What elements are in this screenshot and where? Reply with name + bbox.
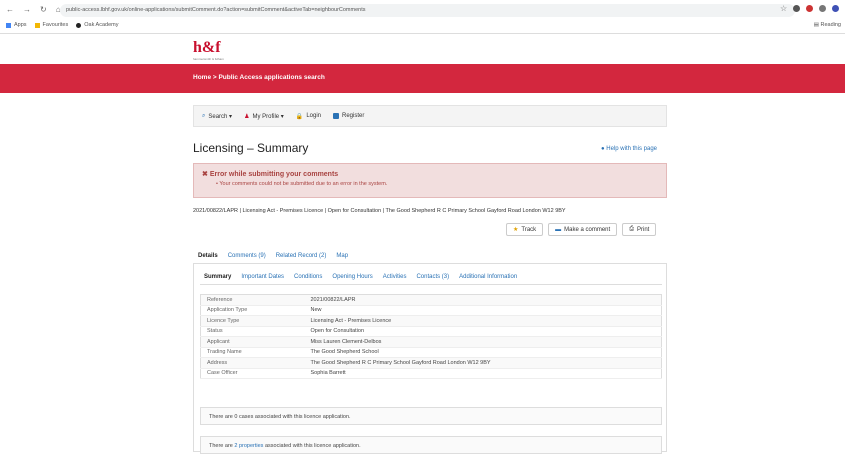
bookmark-oak[interactable]: Oak Academy xyxy=(76,22,118,28)
extensions: ☆ xyxy=(780,5,839,13)
comment-icon: ▬ xyxy=(555,226,562,233)
application-summary: 2021/00822/LAPR | Licensing Act - Premis… xyxy=(193,208,566,214)
field-label: Trading Name xyxy=(200,347,305,358)
bookmark-apps[interactable]: Apps xyxy=(6,22,27,28)
toolbar: ⌕ Search ▾ ♟ My Profile ▾ 🔒 Login Register xyxy=(193,105,667,127)
extension-icon[interactable] xyxy=(793,5,800,12)
main-tabs: Details Comments (9) Related Record (2) … xyxy=(193,248,667,264)
lock-icon: 🔒 xyxy=(295,113,304,120)
field-value: Licensing Act - Premises Licence xyxy=(304,315,662,327)
field-label: Licence Type xyxy=(200,315,305,327)
error-alert: ✖ Error while submitting your comments •… xyxy=(193,163,667,198)
error-title: ✖ Error while submitting your comments xyxy=(202,171,339,178)
tab-details[interactable]: Details xyxy=(198,253,218,263)
profile-menu[interactable]: ♟ My Profile ▾ xyxy=(244,113,284,120)
address-bar[interactable]: public-access.lbhf.gov.uk/online-applica… xyxy=(60,4,795,17)
field-value: The Good Shepherd School xyxy=(304,347,662,358)
subtab-summary[interactable]: Summary xyxy=(204,274,231,284)
properties-link[interactable]: 2 properties xyxy=(234,443,263,449)
table-row: Trading Name The Good Shepherd School xyxy=(200,347,662,358)
browser-nav: ← → ↻ ⌂ xyxy=(6,5,61,14)
register-link[interactable]: Register xyxy=(333,113,364,119)
help-icon: ● xyxy=(601,146,605,152)
table-row: Case Officer Sophia Barrett xyxy=(200,368,662,379)
print-button[interactable]: ⎙ Print xyxy=(622,223,657,236)
table-row: Applicant Miss Lauren Clement-Delbos xyxy=(200,336,662,348)
field-value: New xyxy=(304,305,662,316)
field-label: Status xyxy=(200,326,305,337)
details-table: Reference 2021/00822/LAPR Application Typ… xyxy=(200,294,662,379)
folder-icon xyxy=(34,22,40,28)
search-icon: ⌕ xyxy=(202,112,206,119)
subtab-hours[interactable]: Opening Hours xyxy=(332,274,372,284)
sub-tabs: Summary Important Dates Conditions Openi… xyxy=(200,270,662,285)
user-icon: ♟ xyxy=(244,113,250,120)
track-button[interactable]: ★ Track xyxy=(506,223,544,236)
table-row: Address The Good Shepherd R C Primary Sch… xyxy=(200,357,662,369)
subtab-additional[interactable]: Additional Information xyxy=(459,274,517,284)
properties-note: There are 2 properties associated with t… xyxy=(200,436,662,454)
details-panel: Summary Important Dates Conditions Openi… xyxy=(193,264,667,454)
puzzle-icon[interactable] xyxy=(819,5,826,12)
table-row: Reference 2021/00822/LAPR xyxy=(200,294,662,306)
browser-chrome: ← → ↻ ⌂ public-access.lbhf.gov.uk/online… xyxy=(0,0,845,34)
site-logo[interactable]: h&f hammersmith & fulham xyxy=(193,39,224,61)
breadcrumb[interactable]: Home > Public Access applications search xyxy=(193,74,325,81)
actions: ★ Track ▬ Make a comment ⎙ Print xyxy=(506,223,657,236)
header-banner xyxy=(0,64,845,93)
field-value: 2021/00822/LAPR xyxy=(304,294,662,306)
field-label: Reference xyxy=(200,294,305,306)
help-link[interactable]: ● Help with this page xyxy=(601,146,657,152)
star-icon[interactable]: ☆ xyxy=(780,5,787,13)
error-message: • Your comments could not be submitted d… xyxy=(216,181,388,187)
field-value: Sophia Barrett xyxy=(304,368,662,379)
bookmark-favourites[interactable]: Favourites xyxy=(34,22,68,28)
register-icon xyxy=(333,113,339,119)
login-link[interactable]: 🔒 Login xyxy=(296,113,321,120)
field-label: Applicant xyxy=(200,336,305,348)
subtab-activities[interactable]: Activities xyxy=(383,274,407,284)
back-icon[interactable]: ← xyxy=(6,5,14,14)
table-row: Application Type New xyxy=(200,305,662,316)
field-value: The Good Shepherd R C Primary School Gay… xyxy=(304,357,662,369)
apps-icon xyxy=(6,22,11,28)
oak-icon xyxy=(76,22,82,28)
reading-list[interactable]: ▤ Reading xyxy=(814,22,841,28)
bookmarks-bar: Apps Favourites Oak Academy xyxy=(6,22,118,28)
tab-comments[interactable]: Comments (9) xyxy=(228,253,266,263)
field-label: Application Type xyxy=(200,305,305,316)
table-row: Status Open for Consultation xyxy=(200,326,662,337)
reading-list-icon: ▤ xyxy=(813,22,821,28)
avatar[interactable] xyxy=(832,5,839,12)
reload-icon[interactable]: ↻ xyxy=(40,5,47,14)
field-value: Miss Lauren Clement-Delbos xyxy=(304,336,662,348)
page-title: Licensing – Summary xyxy=(193,141,309,155)
table-row: Licence Type Licensing Act - Premises Lic… xyxy=(200,315,662,327)
subtab-dates[interactable]: Important Dates xyxy=(241,274,284,284)
subtab-contacts[interactable]: Contacts (3) xyxy=(416,274,449,284)
search-menu[interactable]: ⌕ Search ▾ xyxy=(202,113,232,120)
star-icon: ★ xyxy=(513,227,519,233)
tab-map[interactable]: Map xyxy=(336,253,348,263)
field-label: Address xyxy=(200,357,305,369)
extension-icon[interactable] xyxy=(806,5,813,12)
field-label: Case Officer xyxy=(200,368,305,379)
subtab-conditions[interactable]: Conditions xyxy=(294,274,322,284)
print-icon: ⎙ xyxy=(629,226,635,232)
error-icon: ✖ xyxy=(202,171,208,178)
field-value: Open for Consultation xyxy=(304,326,662,337)
cases-note: There are 0 cases associated with this l… xyxy=(200,407,662,425)
forward-icon[interactable]: → xyxy=(23,5,31,14)
tab-related[interactable]: Related Record (2) xyxy=(276,253,327,263)
make-comment-button[interactable]: ▬ Make a comment xyxy=(548,223,618,236)
